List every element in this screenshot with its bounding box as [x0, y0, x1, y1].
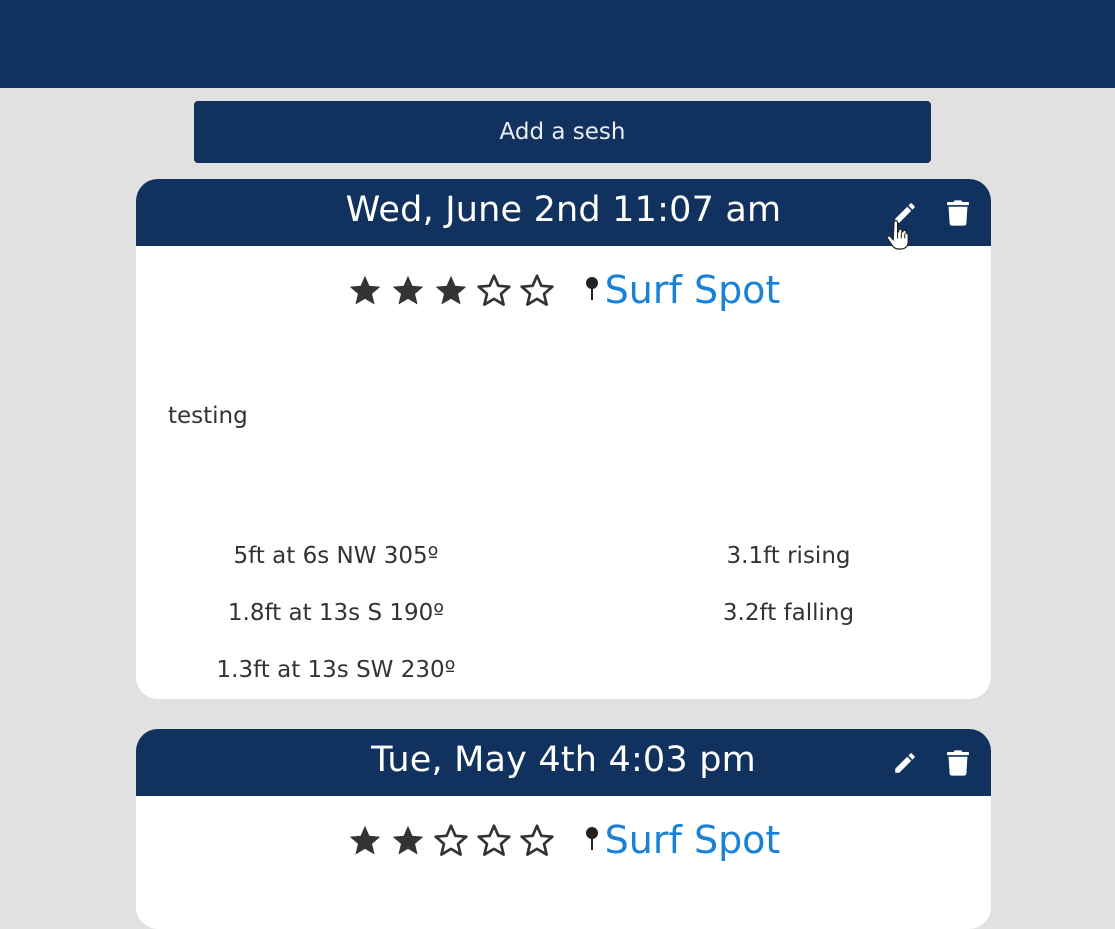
session-card: Wed, June 2nd 11:07 am Surf Spot testing… [136, 179, 991, 699]
session-card-header: Wed, June 2nd 11:07 am [136, 179, 991, 250]
rating-stars [347, 272, 555, 308]
tide-list: 3.1ft rising 3.2ft falling [566, 538, 991, 652]
star-filled-icon [349, 275, 380, 305]
session-title: Wed, June 2nd 11:07 am [345, 190, 782, 230]
add-sesh-button[interactable]: Add a sesh [194, 101, 931, 163]
star-filled-icon [349, 825, 380, 855]
top-nav-bar [0, 0, 1115, 88]
tide-item: 3.1ft rising [726, 543, 851, 569]
swell-item: 5ft at 6s NW 305º [233, 543, 439, 569]
star-outline-icon [520, 824, 554, 856]
surf-spot-link[interactable]: Surf Spot [605, 267, 781, 313]
map-pin-icon [585, 277, 598, 300]
star-outline-icon [520, 274, 554, 306]
star-filled-icon [392, 825, 423, 855]
swell-item: 1.3ft at 13s SW 230º [216, 657, 456, 683]
pencil-icon[interactable] [891, 749, 919, 777]
surf-spot-link[interactable]: Surf Spot [605, 817, 781, 863]
session-card-header: Tue, May 4th 4:03 pm [136, 729, 991, 796]
session-title: Tue, May 4th 4:03 pm [371, 740, 756, 780]
swell-item: 1.8ft at 13s S 190º [227, 600, 445, 626]
swell-list: 5ft at 6s NW 305º 1.8ft at 13s S 190º 1.… [136, 538, 536, 699]
rating-stars [347, 822, 555, 858]
star-filled-icon [435, 275, 466, 305]
star-filled-icon [392, 275, 423, 305]
trash-icon[interactable] [944, 749, 972, 777]
map-pin-icon [585, 827, 598, 850]
session-meta: Surf Spot [136, 267, 991, 313]
tide-item: 3.2ft falling [722, 600, 855, 626]
star-outline-icon [477, 274, 511, 306]
session-meta: Surf Spot [136, 817, 991, 863]
star-outline-icon [434, 824, 468, 856]
session-notes: testing [168, 403, 248, 429]
session-card: Tue, May 4th 4:03 pm Surf Spot [136, 729, 991, 929]
trash-icon[interactable] [944, 199, 972, 227]
star-outline-icon [477, 824, 511, 856]
hand-pointer-icon [886, 220, 909, 254]
